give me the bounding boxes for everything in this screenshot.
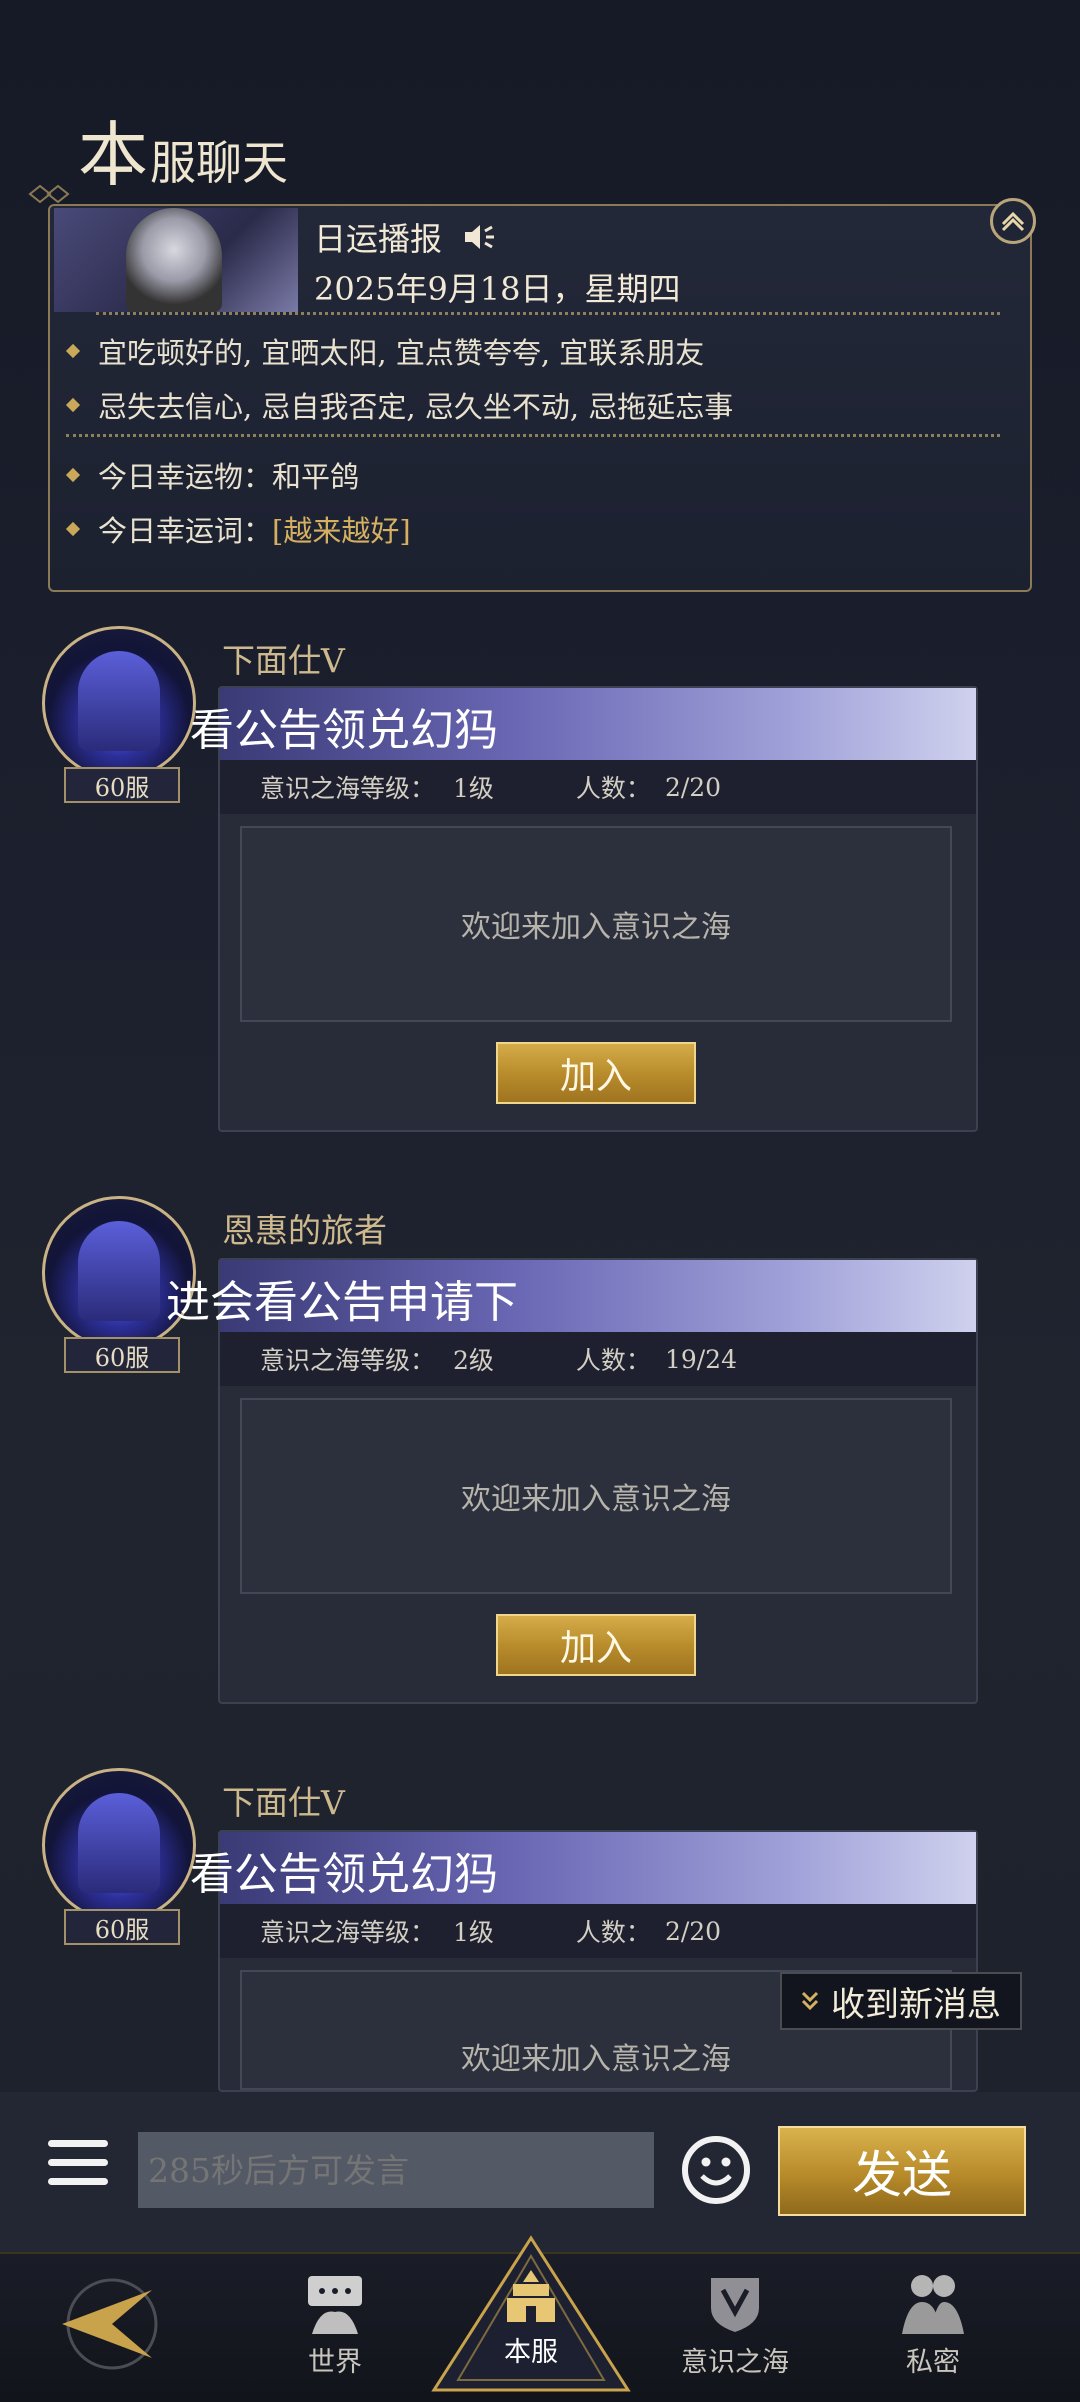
emoji-icon[interactable] <box>680 2134 752 2206</box>
bad-list: 忌失去信心, 忌自我否定, 忌久坐不动, 忌拖延忘事 <box>65 384 734 426</box>
collapse-button[interactable] <box>990 198 1036 244</box>
count-value: 2/20 <box>664 772 722 802</box>
username[interactable]: 下面仕V <box>222 1776 345 1824</box>
menu-icon[interactable] <box>48 2140 108 2190</box>
daily-date: 2025年9月18日，星期四 <box>314 270 681 308</box>
broadcaster-avatar <box>54 208 298 312</box>
guild-info: 意识之海等级： 1级 人数： 2/20 <box>220 760 976 814</box>
server-tag: 60服 <box>64 1909 180 1945</box>
good-text: 宜吃顿好的, 宜晒太阳, 宜点赞夸夸, 宜联系朋友 <box>98 336 705 370</box>
nav-private[interactable]: 私密 <box>888 2272 978 2379</box>
count-label: 人数： <box>575 1918 651 1947</box>
username[interactable]: 恩惠的旅者 <box>222 1204 387 1252</box>
bullet-icon <box>65 467 81 483</box>
count-label: 人数： <box>575 774 651 803</box>
nav-private-label: 私密 <box>906 2347 960 2378</box>
lucky-word-row: 今日幸运词： [越来越好] <box>65 508 411 550</box>
chat-input[interactable] <box>138 2132 654 2208</box>
page-title-rest: 服聊天 <box>150 136 288 190</box>
level-label: 意识之海等级： <box>260 1346 436 1375</box>
users-icon <box>902 2275 964 2334</box>
page-title-big: 本 <box>78 114 148 196</box>
divider <box>66 434 1000 437</box>
post-title: 看公告领兑幻犸 <box>190 1849 498 1900</box>
nav-sea[interactable]: 意识之海 <box>670 2272 800 2379</box>
nav-sea-label: 意识之海 <box>681 2347 789 2378</box>
speaker-icon[interactable] <box>462 221 496 253</box>
join-button[interactable]: 加入 <box>496 1042 696 1104</box>
username[interactable]: 下面仕V <box>222 634 345 682</box>
server-tag: 60服 <box>64 1337 180 1373</box>
bullet-icon <box>65 521 81 537</box>
level-label: 意识之海等级： <box>260 774 436 803</box>
guild-info: 意识之海等级： 2级 人数： 19/24 <box>220 1332 976 1386</box>
page-title: 本 服聊天 <box>78 110 288 190</box>
castle-icon <box>507 2270 555 2322</box>
join-button[interactable]: 加入 <box>496 1614 696 1676</box>
level-value: 2级 <box>453 1346 494 1375</box>
bullet-icon <box>65 397 81 413</box>
good-list: 宜吃顿好的, 宜晒太阳, 宜点赞夸夸, 宜联系朋友 <box>65 330 705 372</box>
nav-server-label: 本服 <box>504 2337 558 2368</box>
lucky-item-label: 今日幸运物： <box>98 460 273 494</box>
ornament-icon <box>28 184 70 204</box>
back-arrow-icon[interactable] <box>52 2272 162 2376</box>
count-label: 人数： <box>575 1346 651 1375</box>
bullet-icon <box>65 343 81 359</box>
user-avatar[interactable] <box>42 626 196 780</box>
lucky-item: 和平鸽 <box>272 460 360 494</box>
post-title: 看公告领兑幻犸 <box>190 705 498 756</box>
divider <box>96 312 1000 315</box>
lucky-word: [越来越好] <box>272 514 411 548</box>
server-tag: 60服 <box>64 767 180 803</box>
chevron-up-icon <box>1001 211 1025 232</box>
new-message-button[interactable]: 收到新消息 <box>780 1972 1022 2030</box>
send-button[interactable]: 发送 <box>778 2126 1026 2216</box>
guild-info: 意识之海等级： 1级 人数： 2/20 <box>220 1904 976 1958</box>
level-label: 意识之海等级： <box>260 1918 436 1947</box>
shield-icon <box>711 2278 759 2332</box>
count-value: 2/20 <box>664 1916 722 1946</box>
lucky-item-row: 今日幸运物： 和平鸽 <box>65 454 360 496</box>
message-box: 欢迎来加入意识之海 <box>240 826 952 1022</box>
bad-text: 忌失去信心, 忌自我否定, 忌久坐不动, 忌拖延忘事 <box>98 390 734 424</box>
count-value: 19/24 <box>664 1344 737 1374</box>
lucky-word-label: 今日幸运词： <box>98 514 273 548</box>
nav-server[interactable]: 本服 <box>476 2268 586 2369</box>
daily-title: 日运播报 <box>314 220 443 258</box>
level-value: 1级 <box>453 774 494 803</box>
level-value: 1级 <box>453 1918 494 1947</box>
double-chevron-down-icon <box>801 1991 819 2011</box>
message-box: 欢迎来加入意识之海 <box>240 1398 952 1594</box>
user-avatar[interactable] <box>42 1768 196 1922</box>
daily-title-row: 日运播报 <box>314 214 496 260</box>
chat-bubbles-icon <box>308 2276 362 2334</box>
nav-world-label: 世界 <box>308 2347 362 2378</box>
nav-world[interactable]: 世界 <box>290 2272 380 2379</box>
new-message-label: 收到新消息 <box>831 1984 1001 2025</box>
post-title: 进会看公告申请下 <box>166 1277 518 1328</box>
